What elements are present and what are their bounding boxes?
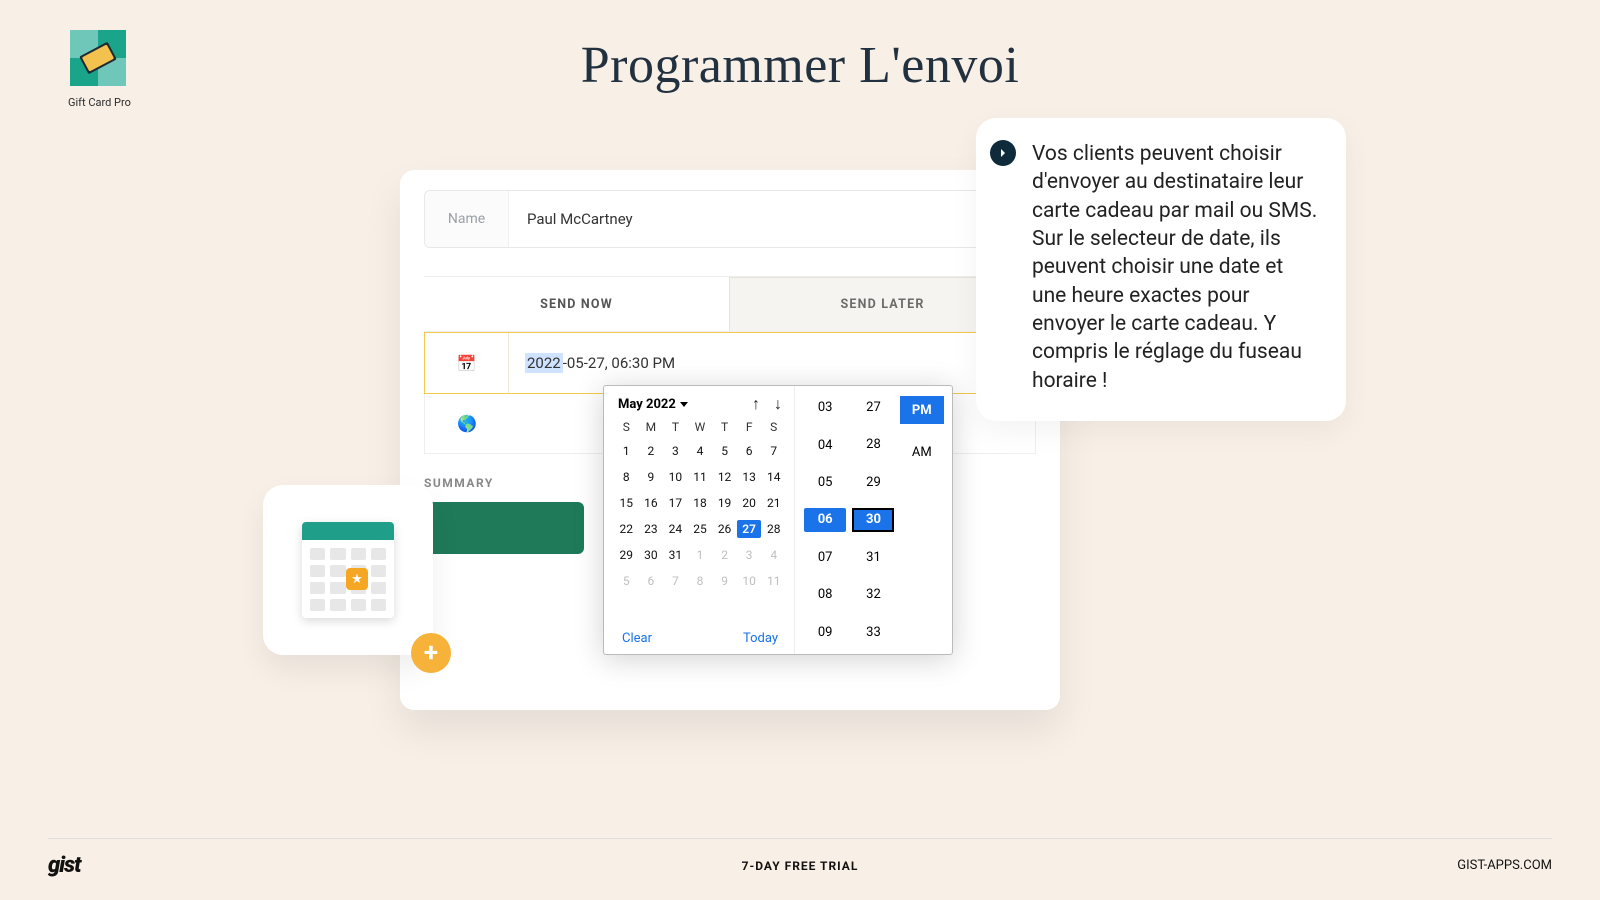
calendar-day[interactable]: 9 xyxy=(639,468,664,486)
minutes-option[interactable]: 28 xyxy=(852,433,894,456)
calendar-weekday: T xyxy=(712,420,737,434)
globe-icon: 🌎 xyxy=(425,394,509,453)
minutes-option[interactable]: 32 xyxy=(852,583,894,606)
feature-callout: Vos clients peuvent choisir d'envoyer au… xyxy=(976,118,1346,421)
ampm-option[interactable]: PM xyxy=(900,396,944,424)
calendar-pane: May 2022 ↑ ↓ SMTWTFS12345678910111213141… xyxy=(604,386,794,654)
calendar-day[interactable]: 2 xyxy=(639,442,664,460)
calendar-day[interactable]: 11 xyxy=(761,572,786,590)
calendar-grid: SMTWTFS123456789101112131415161718192021… xyxy=(612,418,788,592)
send-tabs: SEND NOW SEND LATER xyxy=(424,276,1036,332)
calendar-day[interactable]: 29 xyxy=(614,546,639,564)
calendar-day[interactable]: 6 xyxy=(639,572,664,590)
calendar-weekday: S xyxy=(614,420,639,434)
calendar-day[interactable]: 4 xyxy=(761,546,786,564)
footer-trial-text: 7-DAY FREE TRIAL xyxy=(48,859,1552,873)
calendar-day[interactable]: 17 xyxy=(663,494,688,512)
time-pane: 03 04 05 06 07 08 09 27 28 29 30 31 32 33 PM AM xyxy=(794,386,952,654)
calendar-day[interactable]: 25 xyxy=(688,520,713,538)
calendar-day[interactable]: 22 xyxy=(614,520,639,538)
caret-down-icon xyxy=(680,402,688,407)
page-footer: gist 7-DAY FREE TRIAL GIST-APPS.COM xyxy=(48,838,1552,878)
calendar-day[interactable]: 18 xyxy=(688,494,713,512)
callout-text: Vos clients peuvent choisir d'envoyer au… xyxy=(1032,140,1320,395)
calendar-day[interactable]: 28 xyxy=(761,520,786,538)
calendar-day[interactable]: 3 xyxy=(737,546,762,564)
date-input[interactable]: 2022-05-27, 06:30 PM xyxy=(509,354,1035,372)
calendar-day[interactable]: 24 xyxy=(663,520,688,538)
calendar-day[interactable]: 6 xyxy=(737,442,762,460)
plus-icon: + xyxy=(411,633,451,673)
hours-option[interactable]: 06 xyxy=(804,508,846,531)
calendar-day[interactable]: 14 xyxy=(761,468,786,486)
name-input[interactable]: Paul McCartney xyxy=(509,210,1035,228)
tab-send-now[interactable]: SEND NOW xyxy=(424,277,729,331)
minutes-option[interactable]: 30 xyxy=(852,508,894,532)
minutes-option[interactable]: 27 xyxy=(852,396,894,419)
ampm-option[interactable]: AM xyxy=(900,438,944,466)
calendar-day[interactable]: 23 xyxy=(639,520,664,538)
calendar-day[interactable]: 12 xyxy=(712,468,737,486)
app-logo-label: Gift Card Pro xyxy=(68,96,128,109)
calendar-illustration: ★ + xyxy=(263,485,433,655)
minutes-option[interactable]: 29 xyxy=(852,471,894,494)
star-icon: ★ xyxy=(346,568,368,590)
calendar-day[interactable]: 13 xyxy=(737,468,762,486)
calendar-day[interactable]: 10 xyxy=(663,468,688,486)
hours-option[interactable]: 05 xyxy=(804,471,846,494)
calendar-emoji-icon: 📅 xyxy=(425,333,509,393)
minute-column: 27 28 29 30 31 32 33 xyxy=(849,396,897,644)
calendar-day[interactable]: 3 xyxy=(663,442,688,460)
calendar-day[interactable]: 9 xyxy=(712,572,737,590)
calendar-weekday: M xyxy=(639,420,664,434)
minutes-option[interactable]: 33 xyxy=(852,621,894,644)
summary-action-button[interactable] xyxy=(424,502,584,554)
calendar-weekday: S xyxy=(761,420,786,434)
hours-option[interactable]: 07 xyxy=(804,546,846,569)
date-input-text: 2022-05-27, 06:30 PM xyxy=(525,354,675,372)
calendar-day[interactable]: 2 xyxy=(712,546,737,564)
hours-option[interactable]: 09 xyxy=(804,621,846,644)
calendar-day[interactable]: 8 xyxy=(688,572,713,590)
calendar-day[interactable]: 5 xyxy=(712,442,737,460)
calendar-day[interactable]: 7 xyxy=(663,572,688,590)
calendar-day[interactable]: 5 xyxy=(614,572,639,590)
calendar-day[interactable]: 7 xyxy=(761,442,786,460)
calendar-day[interactable]: 8 xyxy=(614,468,639,486)
calendar-day[interactable]: 11 xyxy=(688,468,713,486)
hours-option[interactable]: 04 xyxy=(804,433,846,456)
mini-calendar-icon: ★ xyxy=(302,522,394,618)
calendar-day[interactable]: 1 xyxy=(688,546,713,564)
next-month-icon[interactable]: ↓ xyxy=(774,396,782,412)
calendar-day[interactable]: 16 xyxy=(639,494,664,512)
calendar-day[interactable]: 21 xyxy=(761,494,786,512)
calendar-day[interactable]: 20 xyxy=(737,494,762,512)
prev-month-icon[interactable]: ↑ xyxy=(752,396,760,412)
calendar-day[interactable]: 31 xyxy=(663,546,688,564)
name-label: Name xyxy=(425,191,509,247)
calendar-weekday: T xyxy=(663,420,688,434)
hour-column: 03 04 05 06 07 08 09 xyxy=(801,396,849,644)
calendar-day[interactable]: 1 xyxy=(614,442,639,460)
chevron-right-icon xyxy=(990,140,1016,166)
calendar-weekday: F xyxy=(737,420,762,434)
calendar-day[interactable]: 10 xyxy=(737,572,762,590)
name-field-row: Name Paul McCartney xyxy=(424,190,1036,248)
hours-option[interactable]: 03 xyxy=(804,396,846,419)
calendar-day[interactable]: 27 xyxy=(737,520,762,538)
ampm-column: PM AM xyxy=(898,396,946,644)
calendar-day[interactable]: 19 xyxy=(712,494,737,512)
datetime-picker: May 2022 ↑ ↓ SMTWTFS12345678910111213141… xyxy=(603,385,953,655)
page-title: Programmer L'envoi xyxy=(0,36,1600,95)
minutes-option[interactable]: 31 xyxy=(852,546,894,569)
calendar-weekday: W xyxy=(688,420,713,434)
calendar-today-link[interactable]: Today xyxy=(743,631,778,646)
calendar-clear-link[interactable]: Clear xyxy=(622,631,652,646)
calendar-day[interactable]: 30 xyxy=(639,546,664,564)
hours-option[interactable]: 08 xyxy=(804,583,846,606)
calendar-month-selector[interactable]: May 2022 xyxy=(618,397,688,412)
calendar-day[interactable]: 4 xyxy=(688,442,713,460)
calendar-day[interactable]: 15 xyxy=(614,494,639,512)
calendar-day[interactable]: 26 xyxy=(712,520,737,538)
